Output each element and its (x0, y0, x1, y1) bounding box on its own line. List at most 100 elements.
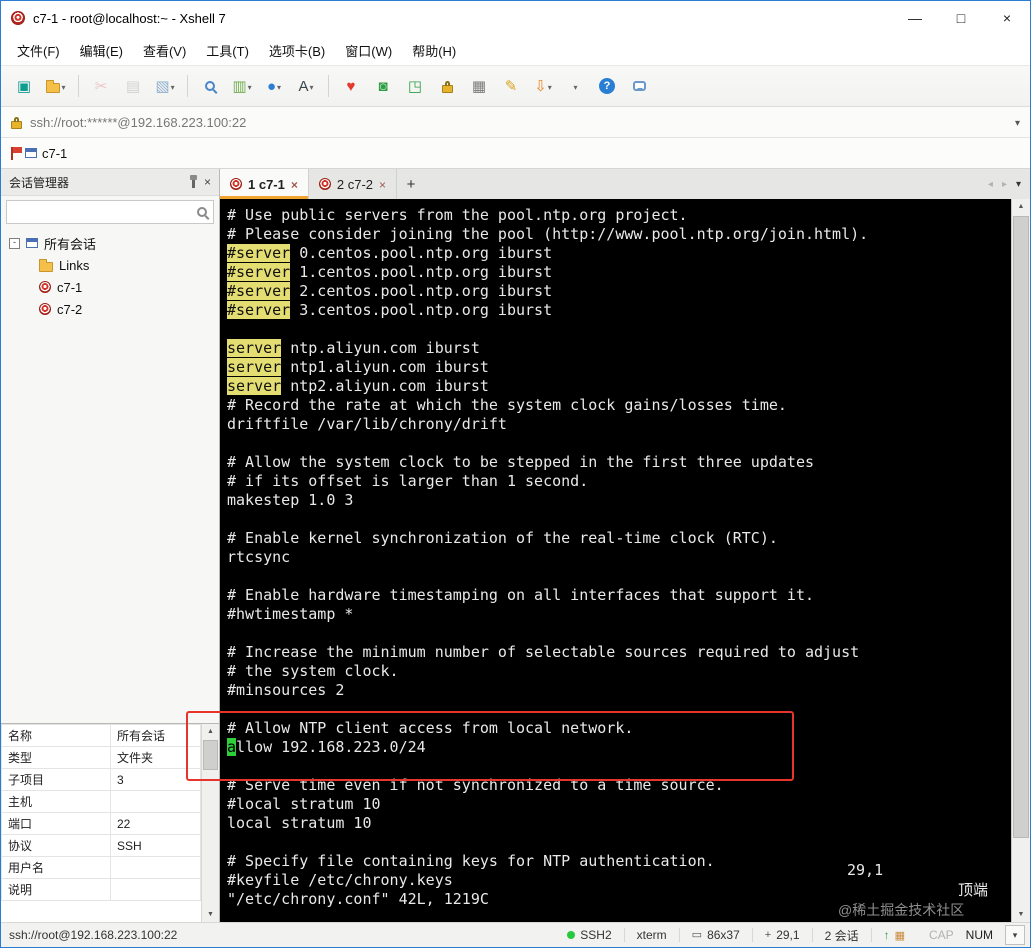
tree-collapse-icon[interactable] (9, 237, 20, 249)
scroll-up-icon[interactable] (202, 724, 219, 739)
terminal-line: # Allow the system clock to be stepped i… (227, 453, 814, 471)
terminal-scroll-up-icon[interactable] (1012, 199, 1030, 214)
new-tab-button[interactable]: + (397, 169, 425, 199)
menu-item-v[interactable]: 查看(V) (133, 37, 196, 64)
font-icon[interactable]: A (291, 73, 321, 99)
terminal-line: #server 1.centos.pool.ntp.org iburst (227, 263, 553, 281)
property-label: 说明 (1, 878, 111, 901)
log-icon[interactable]: ◙ (368, 73, 398, 99)
terminal-scrollbar[interactable] (1011, 199, 1030, 922)
dropdown-caret-icon (277, 77, 281, 95)
maximize-button[interactable]: □ (938, 1, 984, 35)
feedback-icon[interactable] (624, 73, 654, 99)
tab-scroll-right-icon[interactable]: ▸ (1002, 179, 1007, 190)
terminal-line: #hwtimestamp * (227, 605, 354, 623)
menu-item-t[interactable]: 工具(T) (196, 37, 259, 64)
menu-item-e[interactable]: 编辑(E) (70, 37, 133, 64)
tree-root-all-sessions[interactable]: 所有会话 (1, 232, 219, 254)
transfer-download-icon[interactable]: ⇩ (528, 73, 558, 99)
toolbar-separator (328, 75, 329, 97)
menu-item-h[interactable]: 帮助(H) (402, 37, 466, 64)
property-label: 类型 (1, 746, 111, 769)
duplicate-session-icon[interactable]: ✂ (86, 73, 116, 99)
properties-scrollbar[interactable] (201, 724, 219, 922)
open-folder-icon (46, 79, 61, 93)
session-manager-title: 会话管理器 (9, 175, 70, 190)
tab-list-dropdown-icon[interactable]: ▾ (1016, 179, 1021, 190)
address-bar[interactable]: ssh://root:******@192.168.223.100:22 (1, 107, 1030, 138)
tree-item-c7-2[interactable]: c7-2 (1, 298, 219, 320)
terminal-column: 1 c7-1 2 c7-2 + ◂ ▸ ▾ # Use public server… (220, 169, 1030, 922)
search-icon[interactable] (197, 207, 207, 217)
help-icon[interactable]: ? (592, 73, 622, 99)
link-item-c7-1[interactable]: c7-1 (25, 146, 67, 161)
terminal-scroll-down-icon[interactable] (1012, 907, 1030, 922)
lock-icon (441, 80, 453, 93)
session-manager-header: 会话管理器 × (1, 169, 219, 196)
tree-item-c7-1[interactable]: c7-1 (1, 276, 219, 298)
terminal-line: #server 2.centos.pool.ntp.org iburst (227, 282, 553, 300)
session-search-input[interactable] (13, 204, 197, 220)
protocol-label: SSH2 (580, 928, 612, 942)
property-value: 22 (110, 812, 201, 835)
num-lock-indicator: NUM (965, 928, 993, 942)
tab-label: 1 c7-1 (248, 176, 285, 192)
scroll-to-bottom-button[interactable]: ▾ (1005, 925, 1025, 945)
tab-close-icon[interactable] (379, 177, 386, 192)
status-protocol: SSH2 (555, 923, 623, 947)
terminal-scrollbar-thumb[interactable] (1013, 216, 1029, 838)
link-label: c7-1 (42, 145, 68, 161)
menu-item-f[interactable]: 文件(F) (7, 37, 70, 64)
property-value (110, 878, 201, 901)
session-tab-1-c7-1[interactable]: 1 c7-1 (220, 169, 309, 199)
address-dropdown-icon[interactable] (1015, 113, 1020, 131)
terminal-content[interactable]: # Use public servers from the pool.ntp.o… (220, 199, 1011, 922)
property-label: 主机 (1, 790, 111, 813)
properties-icon[interactable]: ▧ (150, 73, 180, 99)
find-icon[interactable] (195, 73, 225, 99)
tree-item-links[interactable]: Links (1, 254, 219, 276)
session-icon (39, 281, 51, 293)
scrollbar-thumb[interactable] (203, 740, 218, 770)
open-folder-icon[interactable] (41, 73, 71, 99)
highlighter-icon[interactable]: ✎ (496, 73, 526, 99)
paste-icon[interactable]: ▤ (118, 73, 148, 99)
status-terminal-type: xterm (636, 928, 667, 942)
pin-icon[interactable] (189, 174, 197, 188)
new-session-icon[interactable]: ▣ (9, 73, 39, 99)
lock-icon[interactable] (432, 73, 462, 99)
status-cursor-position: + 29,1 (753, 923, 812, 947)
terminal-line: # Use public servers from the pool.ntp.o… (227, 206, 688, 224)
address-lock-icon (11, 116, 22, 129)
tab-close-icon[interactable] (291, 177, 298, 192)
minimize-button[interactable]: — (892, 1, 938, 35)
encoding-globe-icon[interactable]: ● (259, 73, 289, 99)
menu-item-b[interactable]: 选项卡(B) (259, 37, 335, 64)
windows-icon[interactable] (560, 73, 590, 99)
close-button[interactable]: × (984, 1, 1030, 35)
terminal-line: server ntp.aliyun.com iburst (227, 339, 480, 357)
cursor-position-icon: + (764, 928, 772, 941)
tree-root-label: 所有会话 (44, 236, 97, 252)
property-row: 主机 (1, 790, 201, 813)
favorites-heart-icon[interactable]: ♥ (336, 73, 366, 99)
quick-command-icon[interactable]: ▥ (227, 73, 257, 99)
session-tab-2-c7-2[interactable]: 2 c7-2 (309, 169, 398, 199)
position-label: 29,1 (776, 928, 800, 942)
tab-scroll-left-icon[interactable]: ◂ (988, 179, 993, 190)
fullscreen-icon[interactable]: ◳ (400, 73, 430, 99)
feedback-icon (632, 81, 646, 91)
terminal-line: makestep 1.0 3 (227, 491, 354, 509)
property-value (110, 856, 201, 879)
menu-item-w[interactable]: 窗口(W) (335, 37, 402, 64)
scroll-down-icon[interactable] (202, 907, 219, 922)
address-url[interactable]: ssh://root:******@192.168.223.100:22 (30, 115, 1015, 130)
property-row: 子项目 3 (1, 768, 201, 791)
panel-close-icon[interactable]: × (204, 175, 211, 189)
keyboard-icon[interactable]: ▦ (464, 73, 494, 99)
bookmark-flag-icon[interactable] (11, 146, 22, 160)
status-session-count[interactable]: 2 会话 (813, 923, 871, 947)
terminal-wrapper: # Use public servers from the pool.ntp.o… (220, 199, 1030, 922)
